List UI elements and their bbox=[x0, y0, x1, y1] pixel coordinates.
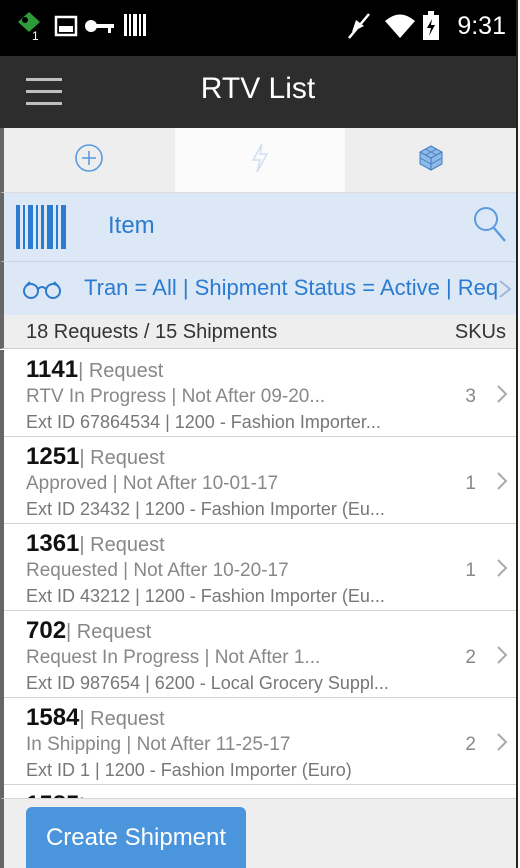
rtv-list: 1141| Request RTV In Progress | Not Afte… bbox=[0, 350, 516, 798]
request-id: 1584 bbox=[26, 704, 80, 731]
create-shipment-button[interactable]: Create Shipment bbox=[26, 807, 246, 868]
tab-cube[interactable] bbox=[345, 128, 516, 192]
glasses-icon bbox=[22, 280, 64, 305]
wifi-icon bbox=[384, 12, 416, 45]
image-icon bbox=[54, 14, 78, 43]
request-detail: Ext ID 43212 | 1200 - Fashion Importer (… bbox=[26, 586, 385, 606]
filter-text: Tran = All | Shipment Status = Active | … bbox=[84, 275, 499, 300]
action-bar: RTV List bbox=[0, 56, 516, 128]
request-detail: Ext ID 23432 | 1200 - Fashion Importer (… bbox=[26, 499, 385, 519]
sku-count: 2 bbox=[465, 734, 476, 755]
tab-lightning[interactable] bbox=[174, 128, 346, 192]
tab-add[interactable] bbox=[4, 128, 175, 192]
search-label: Item bbox=[108, 212, 155, 239]
request-id: 1585 bbox=[26, 791, 79, 798]
barcode-status-icon bbox=[122, 12, 148, 43]
list-item[interactable]: 1361| Request Requested | Not After 10-2… bbox=[4, 524, 516, 611]
list-item[interactable]: 1585| Request bbox=[4, 785, 516, 798]
chevron-right-icon bbox=[496, 645, 508, 670]
barcode-icon[interactable] bbox=[16, 205, 68, 254]
tab-bar bbox=[0, 128, 516, 193]
request-id: 1141 bbox=[26, 356, 79, 383]
footer: Create Shipment bbox=[0, 798, 516, 868]
request-status: RTV In Progress | Not After 09-20... bbox=[26, 386, 326, 407]
request-type: | Request bbox=[79, 534, 165, 556]
request-detail: Ext ID 67864534 | 1200 - Fashion Importe… bbox=[26, 412, 381, 432]
mute-icon bbox=[346, 12, 372, 45]
chevron-right-icon bbox=[496, 558, 508, 583]
request-status: In Shipping | Not After 11-25-17 bbox=[26, 734, 291, 755]
status-bar: 1 9:31 bbox=[0, 0, 516, 56]
cube-icon bbox=[417, 144, 445, 177]
request-status: Requested | Not After 10-20-17 bbox=[26, 560, 289, 581]
list-item[interactable]: 1584| Request In Shipping | Not After 11… bbox=[4, 698, 516, 785]
request-type: | Request bbox=[78, 360, 164, 382]
request-id: 702 bbox=[26, 617, 67, 644]
request-type: | Request bbox=[66, 621, 152, 643]
skus-column-label: SKUs bbox=[454, 321, 506, 343]
page-title: RTV List bbox=[200, 72, 316, 105]
request-id: 1251 bbox=[26, 443, 80, 470]
add-circle-icon bbox=[74, 143, 104, 178]
sku-count: 3 bbox=[465, 386, 476, 407]
battery-icon bbox=[422, 11, 440, 46]
request-status: Request In Progress | Not After 1... bbox=[26, 647, 321, 668]
android-notification-icon: 1 bbox=[14, 10, 44, 47]
app-frame: 1 9:31 RTV List Item Tran = All | Shipme… bbox=[0, 0, 518, 868]
request-detail: Ext ID 1 | 1200 - Fashion Importer (Euro… bbox=[26, 760, 352, 780]
chevron-right-icon bbox=[496, 471, 508, 496]
chevron-right-icon bbox=[496, 384, 508, 409]
chevron-right-icon bbox=[498, 280, 512, 303]
request-detail: Ext ID 987654 | 6200 - Local Grocery Sup… bbox=[26, 673, 389, 693]
list-item[interactable]: 1251| Request Approved | Not After 10-01… bbox=[4, 437, 516, 524]
svg-text:1: 1 bbox=[32, 29, 39, 42]
key-icon bbox=[84, 18, 116, 39]
request-type: | Request bbox=[79, 708, 165, 730]
sku-count: 1 bbox=[465, 473, 476, 494]
search-icon[interactable] bbox=[472, 205, 508, 248]
item-search-bar[interactable]: Item bbox=[0, 193, 516, 261]
list-header: 18 Requests / 15 Shipments SKUs bbox=[0, 315, 516, 349]
lightning-icon bbox=[250, 143, 270, 178]
filter-row[interactable]: Tran = All | Shipment Status = Active | … bbox=[0, 261, 516, 315]
status-time: 9:31 bbox=[457, 12, 506, 40]
sku-count: 1 bbox=[465, 560, 476, 581]
sku-count: 2 bbox=[465, 647, 476, 668]
list-item[interactable]: 1141| Request RTV In Progress | Not Afte… bbox=[4, 350, 516, 437]
chevron-right-icon bbox=[496, 732, 508, 757]
request-status: Approved | Not After 10-01-17 bbox=[26, 473, 279, 494]
request-count: 18 Requests / 15 Shipments bbox=[26, 321, 278, 343]
list-item[interactable]: 702| Request Request In Progress | Not A… bbox=[4, 611, 516, 698]
request-type: | Request bbox=[79, 447, 165, 469]
request-id: 1361 bbox=[26, 530, 80, 557]
